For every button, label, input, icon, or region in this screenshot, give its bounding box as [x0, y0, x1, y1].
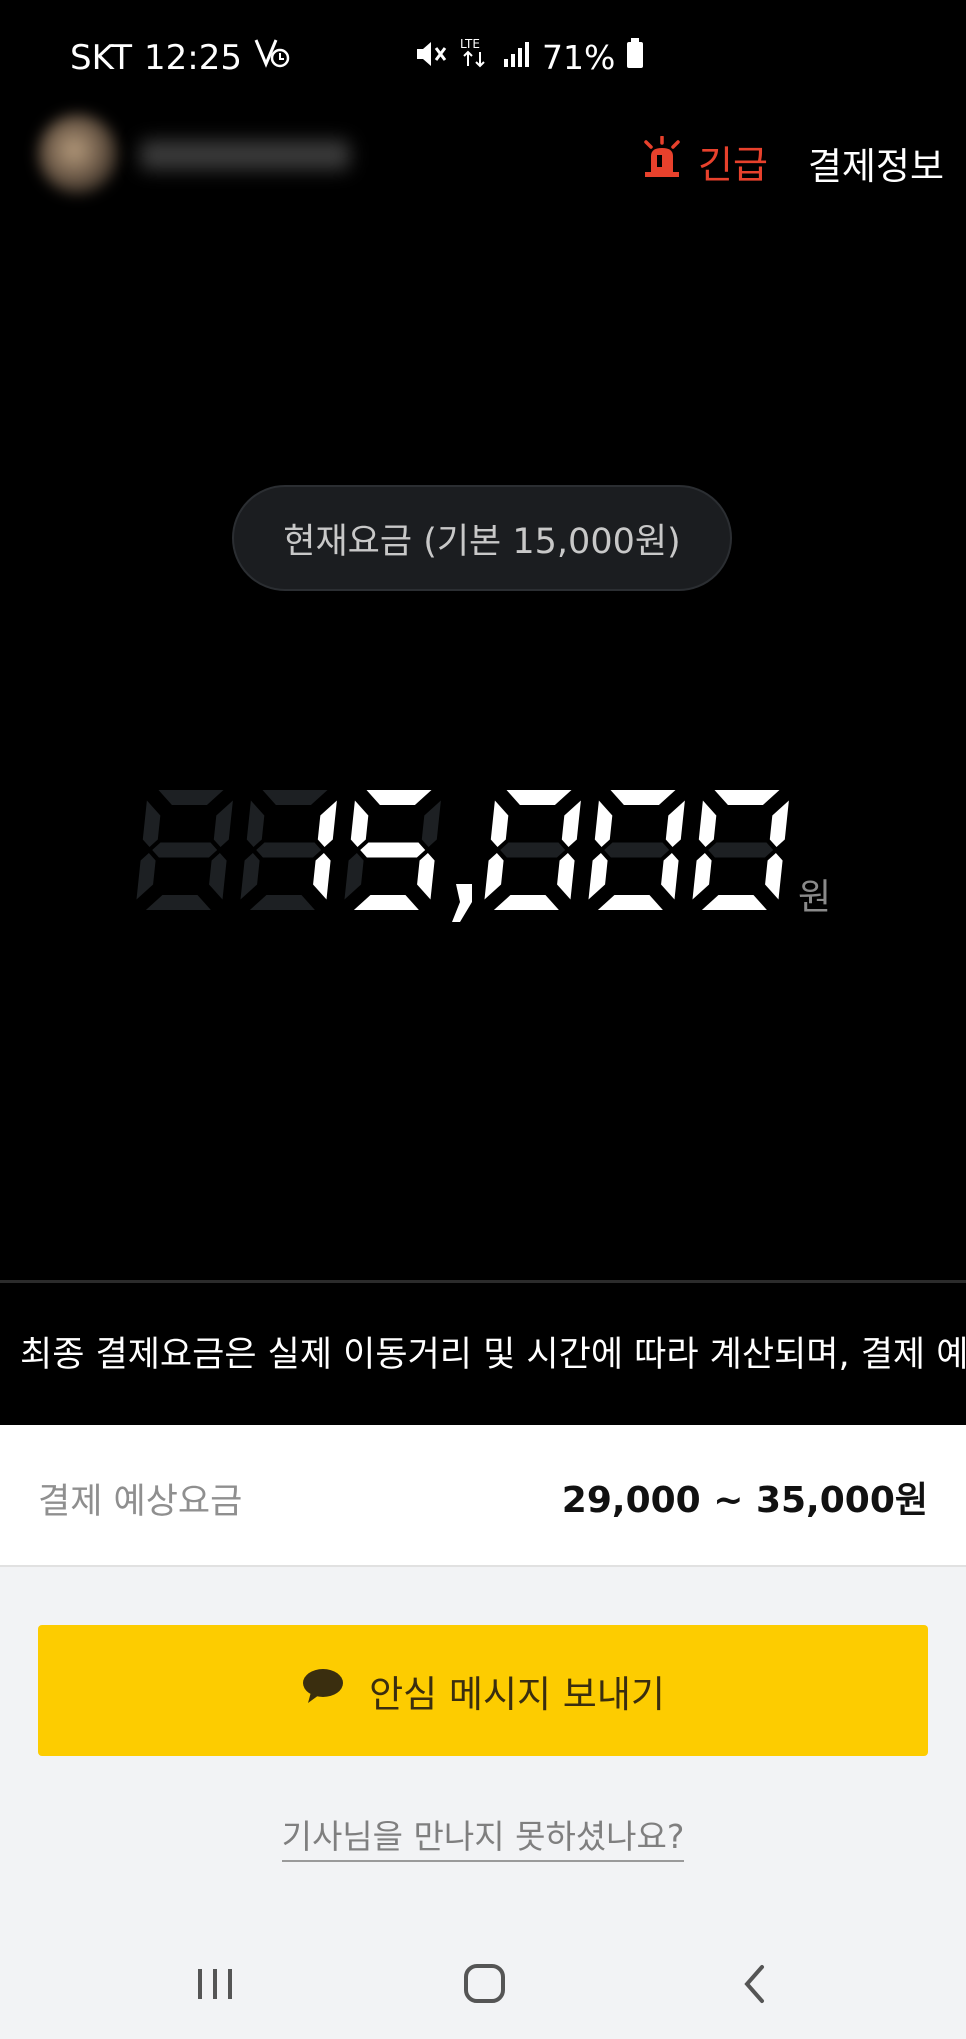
payment-info-button[interactable]: 결제정보 [808, 136, 944, 190]
estimated-fare-row: 결제 예상요금 29,000 ~ 35,000원 [0, 1425, 966, 1567]
digit-segment-d [249, 895, 315, 910]
fare-digits-svg [136, 790, 789, 922]
safe-message-label: 안심 메시지 보내기 [369, 1672, 665, 1716]
mute-icon [414, 38, 448, 77]
digit-segment-d [353, 895, 419, 910]
didnt-meet-driver-link[interactable]: 기사님을 만나지 못하셨나요? [0, 1810, 966, 1862]
digit-segment-f [490, 800, 509, 847]
taxi-ride-screen: SKT 12:25 LTE 71% 긴급 결제정보 현재요금 (기본 15,00… [0, 0, 966, 2039]
digit-segment-g [256, 842, 322, 858]
digit-segment-c [209, 853, 227, 900]
digit-segment-b [561, 800, 581, 847]
clock-label: 12:25 [144, 37, 242, 78]
digit-segment-e [588, 853, 608, 900]
back-icon[interactable] [725, 1958, 785, 2010]
digit-segment-f [350, 800, 369, 847]
fare-digit [344, 790, 441, 910]
safe-message-button[interactable]: 안심 메시지 보내기 [38, 1625, 928, 1756]
fare-digit [136, 790, 233, 910]
digit-segment-e [136, 853, 156, 900]
fare-digit [588, 790, 685, 910]
digit-segment-a [506, 790, 572, 805]
digit-segment-d [493, 895, 559, 910]
carrier-label: SKT [70, 37, 133, 78]
emergency-button[interactable]: 긴급 [640, 134, 768, 189]
fare-digit [240, 790, 337, 910]
digit-segment-a [610, 790, 676, 805]
digit-segment-c [313, 853, 331, 900]
status-right: LTE 71% [414, 36, 645, 78]
base-fare-badge: 현재요금 (기본 15,000원) [232, 485, 732, 591]
digit-segment-g [500, 842, 566, 858]
siren-icon [640, 135, 684, 187]
digit-segment-b [769, 800, 789, 847]
home-icon[interactable] [455, 1958, 515, 2010]
digit-segment-f [142, 800, 161, 847]
didnt-meet-driver-label: 기사님을 만나지 못하셨나요? [281, 1817, 685, 1862]
svg-text:LTE: LTE [460, 37, 480, 51]
system-nav-bar [0, 1928, 966, 2039]
recent-apps-icon[interactable] [185, 1958, 245, 2010]
estimated-fare-value: 29,000 ~ 35,000원 [561, 1480, 928, 1521]
digit-segment-g [604, 842, 670, 858]
signal-icon [502, 38, 532, 77]
digit-segment-b [317, 800, 337, 847]
digit-segment-e [240, 853, 260, 900]
digit-segment-d [597, 895, 663, 910]
digit-segment-f [246, 800, 265, 847]
digit-segment-e [692, 853, 712, 900]
lte-icon: LTE [458, 36, 492, 78]
digit-segment-b [213, 800, 233, 847]
digit-segment-a [158, 790, 224, 805]
digit-segment-c [765, 853, 783, 900]
digit-segment-g [708, 842, 774, 858]
voice-message-icon [254, 36, 290, 79]
digit-segment-e [484, 853, 504, 900]
digit-segment-d [145, 895, 211, 910]
fare-meter-display [132, 778, 852, 938]
battery-icon [625, 37, 645, 77]
digit-segment-g [360, 842, 426, 858]
driver-avatar [38, 114, 118, 194]
digit-segment-c [417, 853, 435, 900]
digit-segment-b [421, 800, 441, 847]
emergency-label: 긴급 [698, 143, 768, 187]
digit-segment-a [714, 790, 780, 805]
ride-header: 긴급 결제정보 [0, 110, 966, 210]
fare-digit [692, 790, 789, 910]
digit-segment-b [665, 800, 685, 847]
chat-bubble-icon [301, 1667, 345, 1714]
section-divider [0, 1280, 966, 1283]
digit-segment-e [344, 853, 364, 900]
digit-segment-d [701, 895, 767, 910]
fare-unit-label: 원 [798, 877, 832, 918]
status-left: SKT 12:25 [70, 36, 290, 79]
digit-segment-c [661, 853, 679, 900]
digit-segment-f [698, 800, 717, 847]
fare-digit [484, 790, 581, 910]
fare-comma [452, 884, 472, 922]
estimated-fare-label: 결제 예상요금 [38, 1482, 243, 1522]
digit-segment-g [152, 842, 218, 858]
digit-segment-c [557, 853, 575, 900]
bottom-sheet: 결제 예상요금 29,000 ~ 35,000원 안심 메시지 보내기 기사님을… [0, 1425, 966, 1928]
ticker-text: 최종 결제요금은 실제 이동거리 및 시간에 따라 계산되며, 결제 예 [20, 1335, 966, 1375]
digit-segment-a [366, 790, 432, 805]
status-bar: SKT 12:25 LTE 71% [0, 0, 966, 116]
battery-percent: 71% [542, 37, 616, 77]
digit-segment-f [594, 800, 613, 847]
digit-segment-a [262, 790, 328, 805]
driver-name-blurred [140, 140, 350, 170]
fare-notice-ticker: 최종 결제요금은 실제 이동거리 및 시간에 따라 계산되며, 결제 예 [0, 1300, 966, 1410]
